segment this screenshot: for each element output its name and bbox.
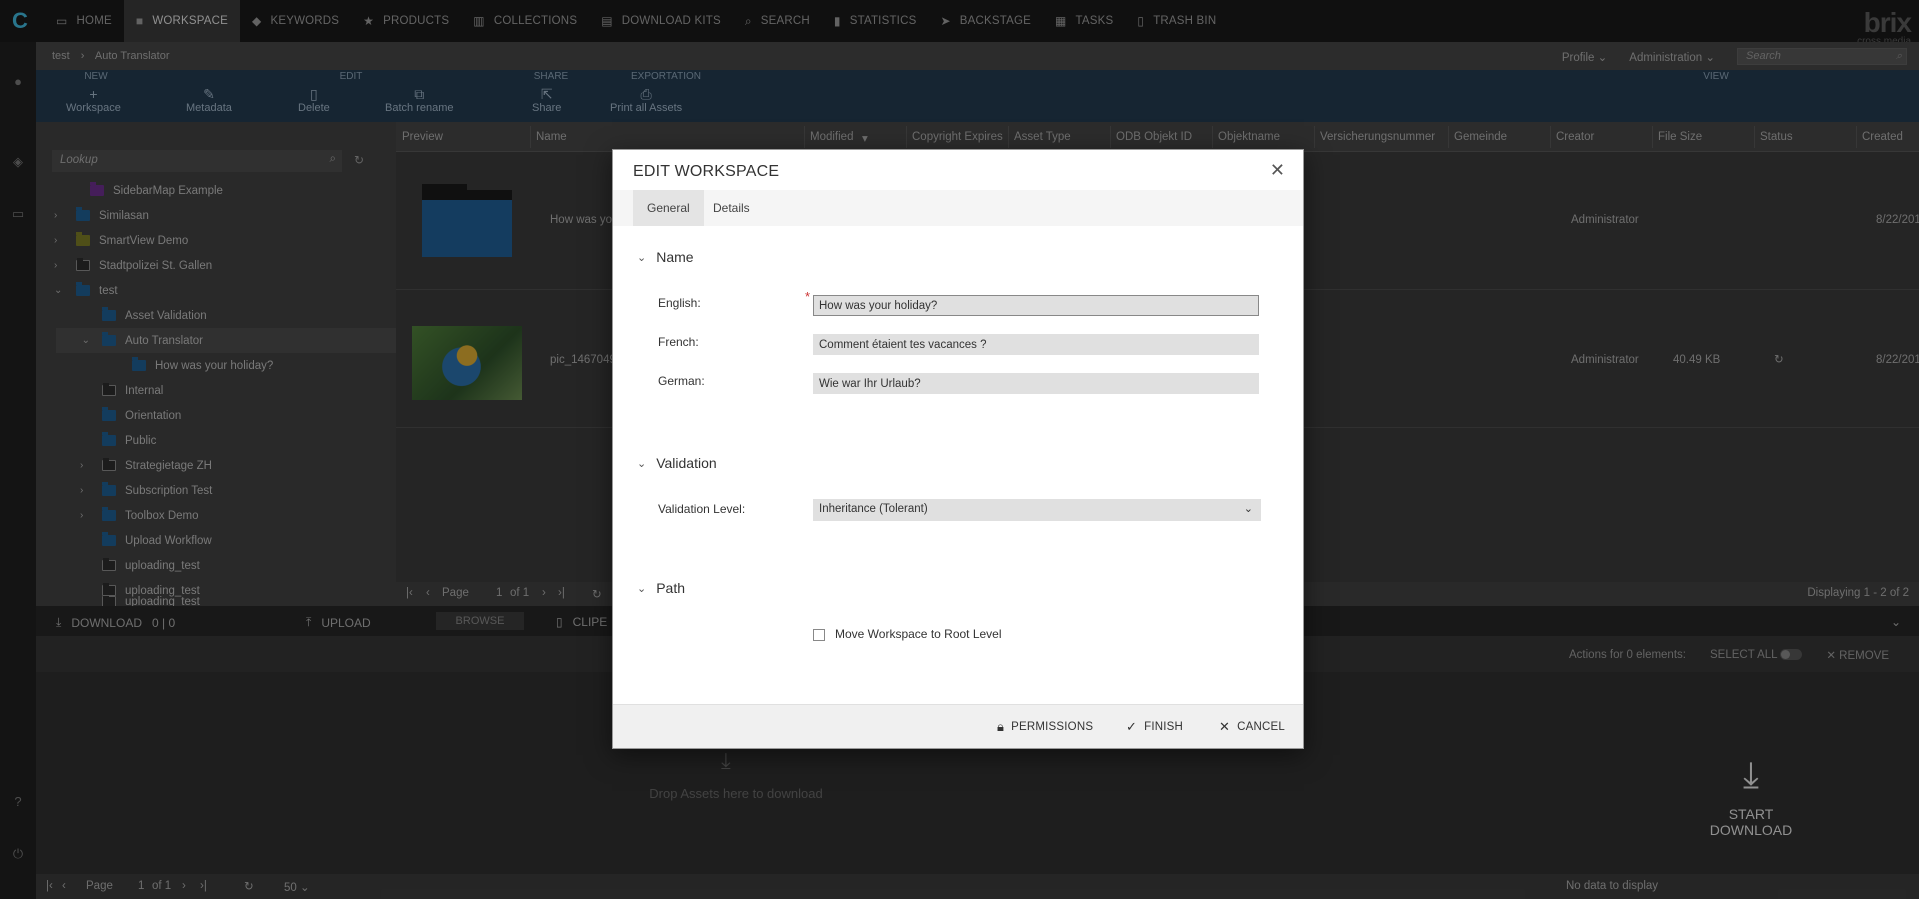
finish-button[interactable]: ✓ FINISH	[1126, 719, 1183, 735]
validation-level-select[interactable]: Inheritance (Tolerant) ⌄	[813, 499, 1261, 521]
tab-details[interactable]: Details	[699, 190, 764, 226]
section-name-header[interactable]: ⌄ Name	[637, 249, 694, 265]
chevron-down-icon: ⌄	[637, 457, 647, 470]
lock-icon: 🔒︎	[997, 719, 1005, 734]
move-root-label: Move Workspace to Root Level	[835, 627, 1002, 641]
french-label: French:	[658, 335, 699, 349]
chevron-down-icon: ⌄	[637, 251, 647, 264]
chevron-down-icon: ⌄	[1243, 503, 1253, 515]
dialog-footer: 🔒︎ PERMISSIONS ✓ FINISH ✕ CANCEL	[613, 704, 1303, 748]
french-name-input[interactable]	[813, 334, 1259, 355]
dialog-title: EDIT WORKSPACE	[633, 163, 780, 180]
german-name-input[interactable]	[813, 373, 1259, 394]
chevron-down-icon: ⌄	[637, 582, 647, 595]
required-marker: *	[805, 289, 811, 304]
section-path-header[interactable]: ⌄ Path	[637, 580, 685, 596]
tab-general[interactable]: General	[633, 190, 704, 226]
section-validation-header[interactable]: ⌄ Validation	[637, 455, 717, 471]
check-icon: ✓	[1126, 719, 1138, 734]
german-label: German:	[658, 374, 705, 388]
english-name-input[interactable]	[813, 295, 1259, 316]
cancel-button[interactable]: ✕ CANCEL	[1219, 719, 1285, 735]
permissions-button[interactable]: 🔒︎ PERMISSIONS	[997, 719, 1093, 735]
close-icon: ✕	[1219, 719, 1231, 734]
english-label: English:	[658, 296, 701, 310]
move-root-checkbox[interactable]	[813, 629, 825, 641]
close-icon[interactable]: ✕	[1270, 160, 1285, 181]
dialog-tabs: General Details	[613, 190, 1303, 226]
edit-workspace-dialog: EDIT WORKSPACE ✕ General Details ⌄ Name E…	[612, 149, 1304, 749]
validation-level-label: Validation Level:	[658, 502, 746, 516]
